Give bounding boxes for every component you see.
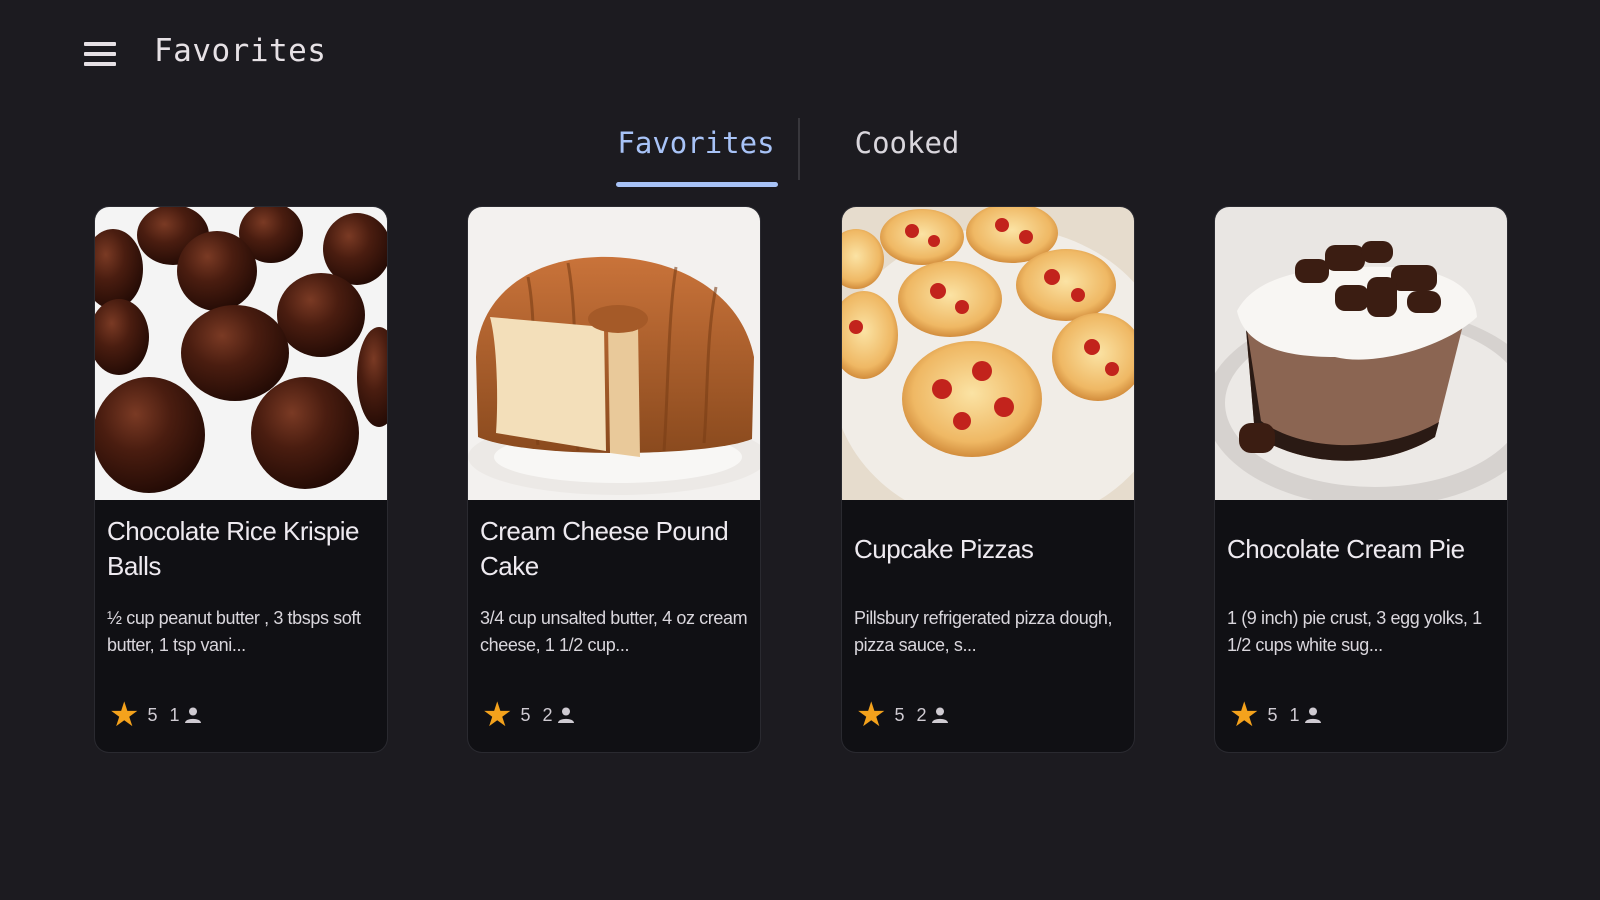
rating-value: 5 (894, 704, 905, 725)
person-icon (1304, 707, 1321, 723)
page-title: Favorites (154, 33, 327, 69)
recipe-title: Cupcake Pizzas (854, 533, 1034, 564)
recipe-title: Chocolate Rice Krispie Balls (107, 516, 360, 581)
review-count: 1 (169, 704, 180, 725)
recipe-card[interactable]: Cupcake Pizzas Pillsbury refrigerated pi… (842, 207, 1134, 752)
review-count: 1 (1289, 704, 1300, 725)
tab-divider (798, 118, 800, 180)
hamburger-menu-icon[interactable] (78, 36, 122, 72)
recipe-ingredients: 3/4 cup unsalted butter, 4 oz cream chee… (480, 608, 748, 655)
review-count: 2 (542, 704, 553, 725)
person-icon (184, 707, 201, 723)
rating-value: 5 (520, 704, 531, 725)
person-icon (557, 707, 574, 723)
recipe-ingredients: 1 (9 inch) pie crust, 3 egg yolks, 1 1/2… (1227, 608, 1482, 655)
star-icon: ★ (856, 696, 887, 734)
recipe-stats: ★ 5 1 (1229, 697, 1322, 733)
rating-value: 5 (147, 704, 158, 725)
recipe-grid: Chocolate Rice Krispie Balls ½ cup peanu… (0, 207, 1600, 754)
tab-bar: Favorites Cooked (0, 118, 1600, 190)
rating-value: 5 (1267, 704, 1278, 725)
tab-favorites[interactable]: Favorites (612, 126, 780, 182)
recipe-card[interactable]: Chocolate Cream Pie 1 (9 inch) pie crust… (1215, 207, 1507, 752)
pizza-cupcakes-photo (842, 207, 1134, 500)
tab-cooked[interactable]: Cooked (842, 126, 972, 182)
chocolate-balls-photo (95, 207, 387, 500)
recipe-ingredients: ½ cup peanut butter , 3 tbsps soft butte… (107, 608, 361, 655)
cream-pie-photo (1215, 207, 1507, 500)
review-count: 2 (916, 704, 927, 725)
star-icon: ★ (1229, 696, 1260, 734)
app-root: Favorites Favorites Cooked Chocolate Ric… (0, 0, 1600, 900)
recipe-stats: ★ 5 2 (856, 697, 949, 733)
recipe-card[interactable]: Cream Cheese Pound Cake 3/4 cup unsalted… (468, 207, 760, 752)
star-icon: ★ (482, 696, 513, 734)
star-icon: ★ (109, 696, 140, 734)
recipe-card[interactable]: Chocolate Rice Krispie Balls ½ cup peanu… (95, 207, 387, 752)
recipe-stats: ★ 5 2 (482, 697, 575, 733)
recipe-stats: ★ 5 1 (109, 697, 202, 733)
recipe-title: Chocolate Cream Pie (1227, 533, 1465, 564)
person-icon (931, 707, 948, 723)
tab-indicator (616, 182, 778, 187)
bundt-cake-photo (468, 207, 760, 500)
recipe-ingredients: Pillsbury refrigerated pizza dough, pizz… (854, 608, 1113, 655)
recipe-title: Cream Cheese Pound Cake (480, 516, 729, 581)
